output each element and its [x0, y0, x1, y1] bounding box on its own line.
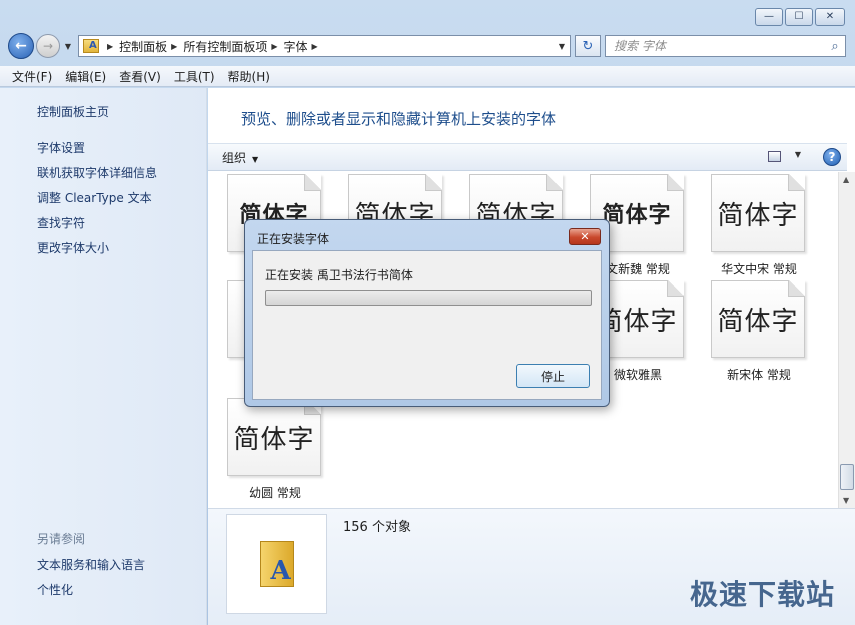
maximize-icon: ☐ [794, 11, 804, 22]
close-icon: ✕ [825, 11, 835, 22]
dialog-title: 正在安装字体 [257, 232, 330, 246]
font-item[interactable]: 简体字 华文中宋 常规 [711, 174, 807, 277]
chevron-down-icon: ▼ [64, 41, 72, 51]
font-preview-icon: 简体字 [227, 398, 321, 476]
font-sample: 简体字 [233, 424, 315, 455]
refresh-icon: ↻ [582, 38, 594, 54]
font-sample: 简体字 [717, 306, 799, 337]
install-message: 正在安装 禹卫书法行书简体 [265, 268, 413, 282]
back-button[interactable]: ← [8, 33, 34, 59]
chevron-right-icon[interactable]: ▶ [271, 42, 277, 51]
breadcrumb-fonts[interactable]: 字体 [284, 38, 308, 55]
stop-button[interactable]: 停止 [516, 364, 590, 388]
fonts-folder-icon [259, 541, 294, 587]
refresh-button[interactable]: ↻ [575, 35, 601, 57]
menu-bar: 文件(F) 编辑(E) 查看(V) 工具(T) 帮助(H) [0, 66, 855, 87]
link-font-settings[interactable]: 字体设置 [37, 139, 85, 156]
menu-edit[interactable]: 编辑(E) [65, 68, 106, 85]
font-name: 新宋体 常规 [727, 368, 791, 382]
search-icon[interactable]: ⌕ [825, 39, 845, 54]
font-preview-icon: 简体字 [711, 174, 805, 252]
font-item[interactable]: 简体字 新宋体 常规 [711, 280, 807, 383]
details-pane: 156 个对象 极速下载站 [208, 508, 855, 625]
command-bar: 组织 ▼ ▼ ? [208, 143, 847, 171]
breadcrumb-all-items[interactable]: 所有控制面板项 [183, 38, 267, 55]
dialog-body: 正在安装 禹卫书法行书简体 停止 [252, 250, 602, 400]
help-icon: ? [828, 150, 836, 164]
recent-pages-dropdown[interactable]: ▼ [62, 42, 74, 51]
window-frame: — ☐ ✕ ← → ▼ ▶ 控制面板 ▶ 所有控制面板项 ▶ 字体 ▶ ▼ ↻ … [0, 0, 855, 625]
close-button[interactable]: ✕ [815, 8, 845, 26]
link-change-font-size[interactable]: 更改字体大小 [37, 239, 109, 256]
link-find-character[interactable]: 查找字符 [37, 214, 85, 231]
search-input[interactable] [614, 39, 825, 53]
menu-tools[interactable]: 工具(T) [174, 68, 215, 85]
minimize-icon: — [764, 11, 774, 22]
maximize-button[interactable]: ☐ [785, 8, 813, 26]
scroll-up-icon[interactable]: ▲ [843, 175, 849, 184]
fonts-folder-icon [83, 39, 99, 53]
font-item[interactable]: 简体字 幼圆 常规 [227, 398, 323, 501]
font-sample: 简体字 [602, 202, 672, 228]
menu-help[interactable]: 帮助(H) [228, 68, 270, 85]
forward-button[interactable]: → [36, 34, 60, 58]
page-heading: 预览、删除或者显示和隐藏计算机上安装的字体 [241, 110, 557, 128]
link-cleartype[interactable]: 调整 ClearType 文本 [37, 189, 152, 206]
scroll-down-icon[interactable]: ▼ [843, 496, 849, 505]
organize-button[interactable]: 组织 ▼ [222, 149, 258, 166]
link-font-info-online[interactable]: 联机获取字体详细信息 [37, 164, 157, 181]
chevron-right-icon[interactable]: ▶ [312, 42, 318, 51]
font-name: 幼圆 常规 [249, 486, 301, 500]
view-dropdown-icon[interactable]: ▼ [795, 150, 801, 159]
font-name: 华文中宋 常规 [721, 262, 797, 276]
link-personalization[interactable]: 个性化 [37, 581, 73, 598]
font-preview-icon: 简体字 [711, 280, 805, 358]
minimize-button[interactable]: — [755, 8, 783, 26]
item-count: 156 个对象 [343, 520, 411, 535]
change-view-icon[interactable] [768, 151, 781, 162]
caption-buttons: — ☐ ✕ [755, 8, 845, 26]
chevron-right-icon[interactable]: ▶ [171, 42, 177, 51]
install-font-dialog: 正在安装字体 ✕ 正在安装 禹卫书法行书简体 停止 [244, 219, 610, 407]
navigation-bar: ← → ▼ ▶ 控制面板 ▶ 所有控制面板项 ▶ 字体 ▶ ▼ ↻ ⌕ [8, 33, 850, 59]
menu-file[interactable]: 文件(F) [12, 68, 52, 85]
organize-label: 组织 [222, 150, 247, 165]
dialog-close-button[interactable]: ✕ [569, 228, 601, 245]
link-text-services[interactable]: 文本服务和输入语言 [37, 556, 145, 573]
forward-arrow-icon: → [42, 39, 54, 53]
chevron-right-icon[interactable]: ▶ [107, 42, 113, 51]
breadcrumb-control-panel[interactable]: 控制面板 [119, 38, 167, 55]
navigation-pane: 控制面板主页 字体设置 联机获取字体详细信息 调整 ClearType 文本 查… [0, 88, 207, 625]
chevron-down-icon: ▼ [252, 154, 259, 164]
watermark-logo: 极速下载站 [689, 578, 835, 611]
address-bar[interactable]: ▶ 控制面板 ▶ 所有控制面板项 ▶ 字体 ▶ ▼ [78, 35, 571, 57]
see-also-title: 另请参阅 [37, 532, 86, 546]
font-sample: 简体字 [717, 200, 799, 231]
vertical-scrollbar[interactable]: ▲ ▼ [838, 172, 855, 508]
link-control-panel-home[interactable]: 控制面板主页 [37, 103, 109, 120]
scroll-thumb[interactable] [840, 464, 854, 490]
menu-view[interactable]: 查看(V) [119, 68, 161, 85]
details-thumbnail [226, 514, 327, 614]
back-arrow-icon: ← [15, 38, 27, 54]
search-box[interactable]: ⌕ [605, 35, 846, 57]
address-dropdown-icon[interactable]: ▼ [554, 42, 570, 51]
close-icon: ✕ [580, 230, 590, 243]
help-button[interactable]: ? [823, 148, 841, 166]
install-progress-bar [265, 290, 592, 306]
